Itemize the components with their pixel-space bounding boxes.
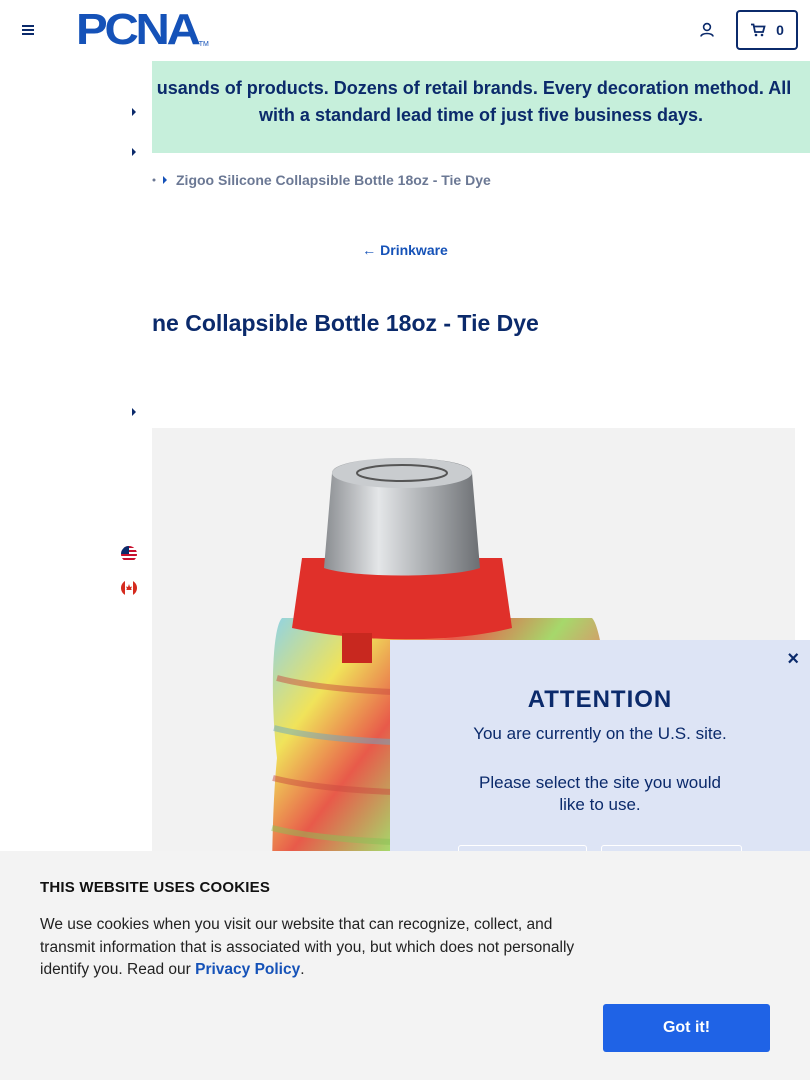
cookie-banner: THIS WEBSITE USES COOKIES We use cookies… (0, 851, 810, 1080)
page: PCNA TM 0 usands of products. Dozens of … (0, 0, 810, 1080)
close-icon[interactable]: × (787, 648, 799, 671)
cart-icon (751, 23, 766, 37)
select-site-prompt: Please select the site you would like to… (479, 773, 721, 814)
logo-trademark: TM (198, 41, 209, 48)
chevron-right-icon (163, 176, 167, 184)
product-title: ne Collapsible Bottle 18oz - Tie Dye (152, 310, 539, 336)
site-header: PCNA TM 0 (0, 0, 810, 61)
current-site-text: You are currently on the U.S. site. (473, 724, 727, 743)
got-it-button[interactable]: Got it! (603, 1004, 770, 1052)
cookie-body: We use cookies when you visit our websit… (40, 914, 610, 982)
canada-flag-icon[interactable] (121, 580, 137, 596)
back-to-category-link[interactable]: ← Drinkware (0, 242, 810, 258)
site-select-modal: × ATTENTION You are currently on the U.S… (390, 640, 810, 885)
chevron-right-icon[interactable] (130, 106, 138, 118)
privacy-policy-link[interactable]: Privacy Policy (195, 961, 300, 978)
back-link-label: Drinkware (380, 242, 448, 258)
us-flag-icon[interactable] (121, 546, 137, 562)
cart-button[interactable]: 0 (736, 10, 798, 50)
cookie-title: THIS WEBSITE USES COOKIES (40, 879, 271, 896)
cart-count: 0 (776, 22, 784, 38)
promo-line-1: usands of products. Dozens of retail bra… (156, 78, 792, 98)
arrow-left-icon: ← (362, 242, 377, 258)
pcna-logo[interactable]: PCNA TM (76, 5, 209, 54)
cookie-body-text: We use cookies when you visit our websit… (40, 916, 575, 978)
modal-title: ATTENTION (527, 686, 673, 713)
account-icon[interactable] (698, 21, 716, 39)
promo-banner: usands of products. Dozens of retail bra… (152, 61, 810, 153)
logo-text: PCNA (76, 5, 201, 54)
chevron-right-icon[interactable] (130, 406, 138, 418)
cookie-body-period: . (300, 961, 305, 978)
menu-icon[interactable] (18, 20, 38, 40)
promo-banner-text: usands of products. Dozens of retail bra… (152, 75, 810, 129)
breadcrumb-current: Zigoo Silicone Collapsible Bottle 18oz -… (176, 172, 491, 188)
breadcrumb: Zigoo Silicone Collapsible Bottle 18oz -… (152, 170, 491, 190)
breadcrumb-separator-icon (152, 178, 156, 182)
chevron-right-icon[interactable] (130, 146, 138, 158)
promo-line-2: with a standard lead time of just five b… (258, 105, 704, 125)
